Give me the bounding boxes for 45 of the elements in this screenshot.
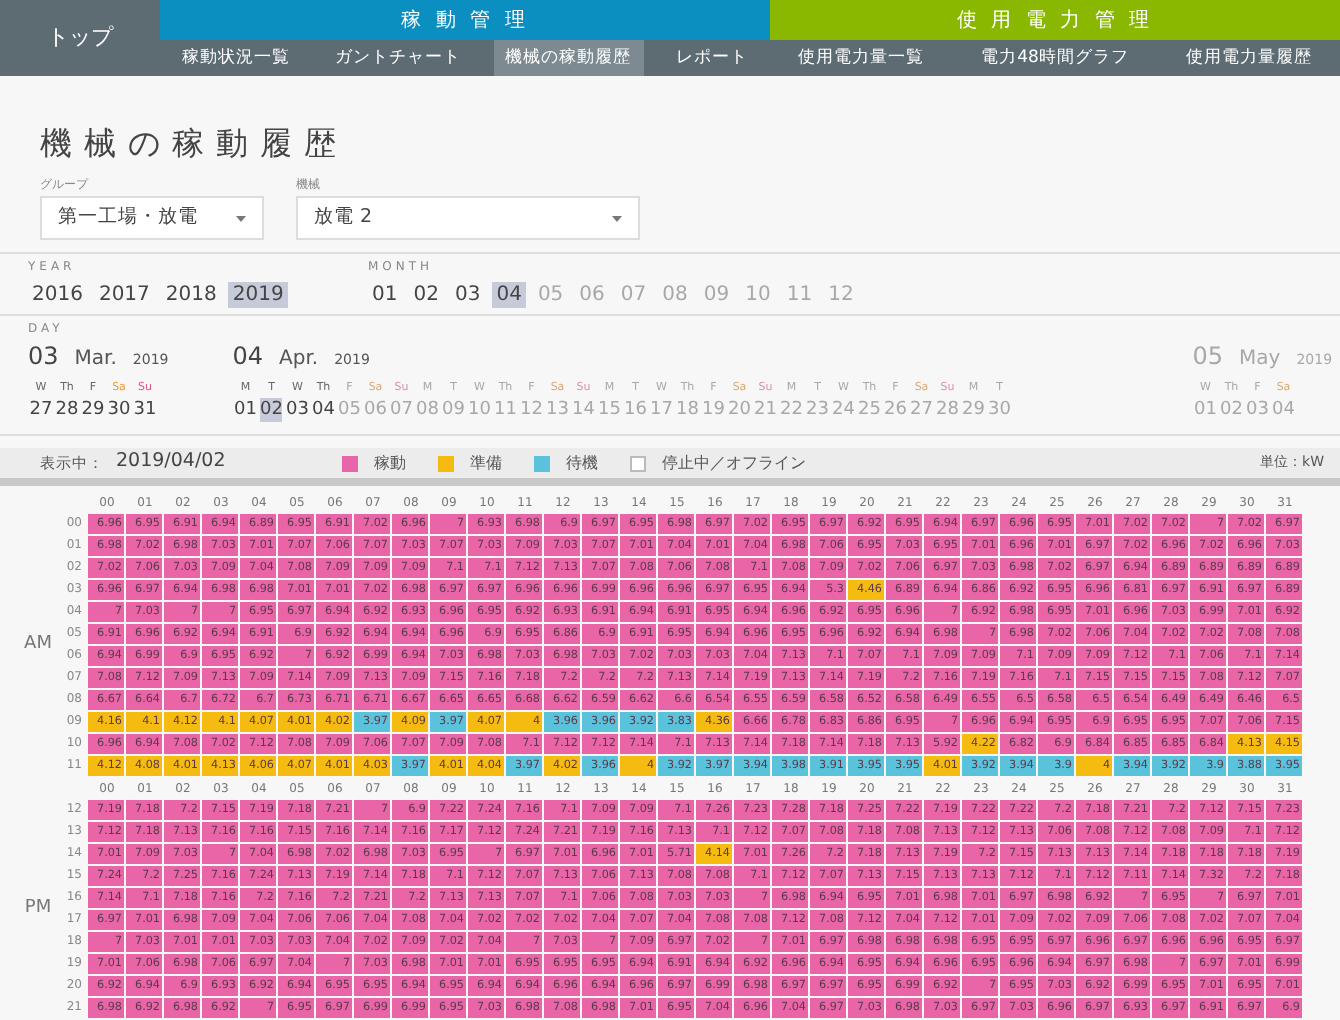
date-option[interactable]: 31 <box>133 398 157 422</box>
month-number: 03 <box>28 340 59 374</box>
month-name: Mar. <box>74 346 117 374</box>
nav-tab[interactable]: レポート <box>663 40 760 76</box>
date-option[interactable]: 01 <box>234 398 257 422</box>
year-option[interactable]: 2019 <box>228 282 288 308</box>
date-option[interactable]: 29 <box>81 398 105 422</box>
legend-label: 稼動 <box>373 451 406 475</box>
nav-tab[interactable]: 電力48時間グラフ <box>969 40 1141 76</box>
nav-tab[interactable]: ガントチャート <box>322 40 473 76</box>
menu-group-title: 使 用 電 力 管 理 <box>770 0 1340 40</box>
caret-icon <box>612 215 622 221</box>
month-option[interactable]: 01 <box>368 282 402 308</box>
status-date: 2019/04/02 <box>116 448 226 477</box>
date-option[interactable]: 27 <box>29 398 53 422</box>
year-option[interactable]: 2016 <box>28 282 87 308</box>
month-option[interactable]: 04 <box>492 282 526 308</box>
month-number: 05 <box>1192 340 1224 374</box>
date-option[interactable]: 03 <box>286 398 309 422</box>
month-name: Apr. <box>279 346 319 374</box>
nav-tab[interactable]: 使用電力量一覧 <box>786 40 937 76</box>
date-option[interactable]: 30 <box>107 398 131 422</box>
select-field[interactable]: 第一工場・放電 <box>40 196 264 240</box>
select-field[interactable]: 放電 2 <box>296 196 640 240</box>
year-option[interactable]: 2017 <box>94 282 154 308</box>
home-tab[interactable]: トップ <box>0 0 160 76</box>
page-title: 機械の稼動履歴 <box>40 122 350 166</box>
nav-tab[interactable]: 稼動状況一覧 <box>170 40 303 76</box>
caret-icon <box>236 215 246 221</box>
legend-label: 待機 <box>565 451 598 475</box>
month-option[interactable]: 03 <box>450 282 485 308</box>
year-option[interactable]: 2018 <box>161 282 221 308</box>
nav-tab[interactable]: 機械の稼動履歴 <box>493 40 644 76</box>
period-label: PM <box>22 896 54 923</box>
date-option[interactable]: 28 <box>55 398 79 422</box>
nav-tab[interactable]: 使用電力量履歴 <box>1173 40 1324 76</box>
period-label: AM <box>22 632 54 659</box>
menu-group-title: 稼 動 管 理 <box>160 0 770 40</box>
legend-label: 停止中／オフライン <box>661 451 806 475</box>
date-option[interactable]: 04 <box>312 398 335 422</box>
legend-label: 準備 <box>469 451 502 475</box>
month-option[interactable]: 02 <box>409 282 443 308</box>
month-name: May <box>1239 346 1281 374</box>
date-option[interactable]: 02 <box>260 398 283 422</box>
month-number: 04 <box>232 340 264 374</box>
